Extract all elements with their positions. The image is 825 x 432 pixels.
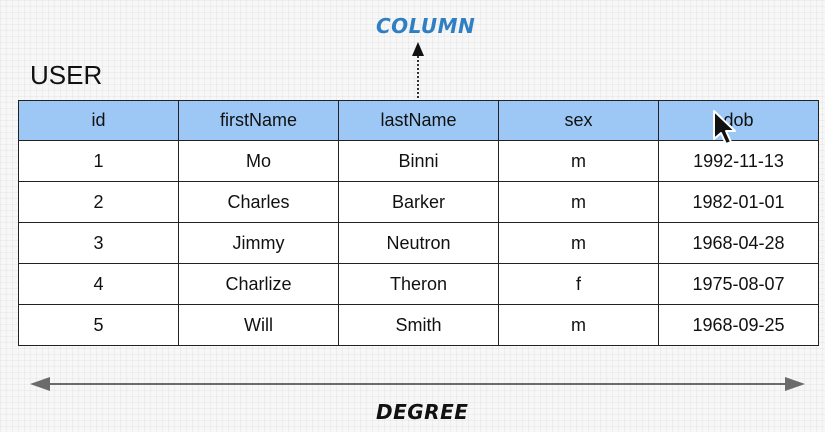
header-cell-lastname: lastName	[338, 100, 499, 141]
cell-firstname: Charles	[178, 181, 339, 223]
cell-dob: 1982-01-01	[658, 181, 819, 223]
table-row: 2 Charles Barker m 1982-01-01	[18, 181, 819, 223]
cell-dob: 1968-09-25	[658, 304, 819, 346]
cell-lastname: Theron	[338, 263, 499, 305]
cell-dob: 1992-11-13	[658, 140, 819, 182]
cell-firstname: Charlize	[178, 263, 339, 305]
cell-sex: m	[498, 304, 659, 346]
cell-sex: f	[498, 263, 659, 305]
user-table: id firstName lastName sex dob 1 Mo Binni…	[18, 100, 819, 346]
header-cell-dob: dob	[658, 100, 819, 141]
cell-id: 5	[18, 304, 179, 346]
table-row: 3 Jimmy Neutron m 1968-04-28	[18, 222, 819, 264]
degree-label: DEGREE	[376, 400, 469, 424]
header-cell-sex: sex	[498, 100, 659, 141]
cell-lastname: Smith	[338, 304, 499, 346]
cell-id: 3	[18, 222, 179, 264]
double-arrow-horizontal-icon	[30, 377, 805, 391]
cell-lastname: Neutron	[338, 222, 499, 264]
cell-id: 1	[18, 140, 179, 182]
cell-firstname: Jimmy	[178, 222, 339, 264]
cell-sex: m	[498, 222, 659, 264]
table-row: 4 Charlize Theron f 1975-08-07	[18, 263, 819, 305]
cell-sex: m	[498, 140, 659, 182]
table-row: 5 Will Smith m 1968-09-25	[18, 304, 819, 346]
arrow-up-icon	[412, 42, 424, 100]
cell-id: 2	[18, 181, 179, 223]
cell-dob: 1975-08-07	[658, 263, 819, 305]
mouse-pointer-icon	[713, 110, 736, 145]
cell-lastname: Barker	[338, 181, 499, 223]
cell-firstname: Mo	[178, 140, 339, 182]
column-label: COLUMN	[376, 14, 476, 38]
cell-dob: 1968-04-28	[658, 222, 819, 264]
table-row: 1 Mo Binni m 1992-11-13	[18, 140, 819, 182]
header-row: id firstName lastName sex dob	[18, 100, 819, 141]
cell-firstname: Will	[178, 304, 339, 346]
header-cell-firstname: firstName	[178, 100, 339, 141]
cell-lastname: Binni	[338, 140, 499, 182]
header-cell-id: id	[18, 100, 179, 141]
cell-sex: m	[498, 181, 659, 223]
table-title: USER	[30, 60, 103, 90]
cell-id: 4	[18, 263, 179, 305]
